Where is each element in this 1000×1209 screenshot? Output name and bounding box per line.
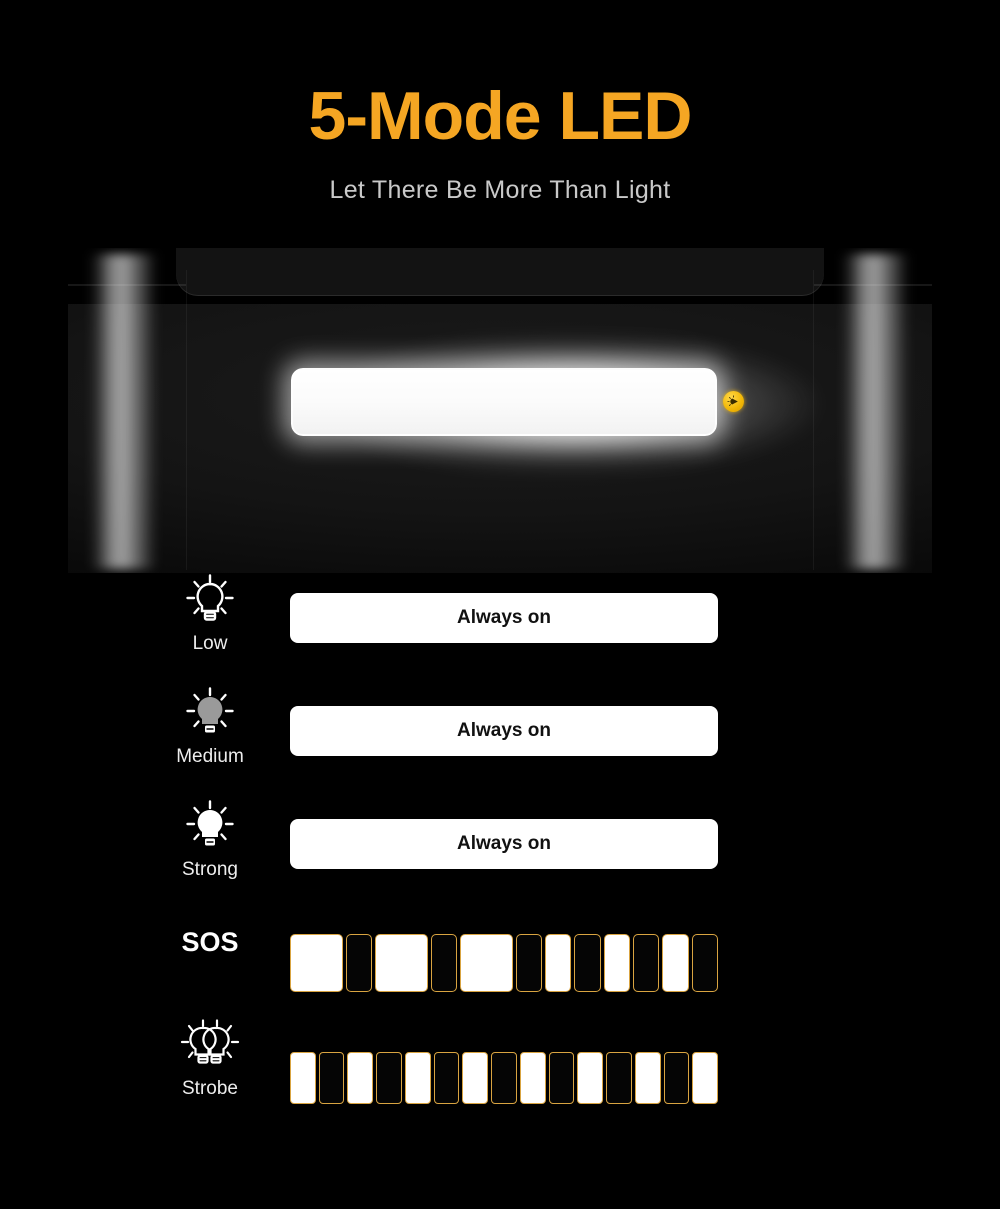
mode-list: Low Always on Medium Always on Strong Al… — [0, 566, 1000, 1133]
sequence-block — [606, 1052, 632, 1104]
sequence-block — [290, 1052, 316, 1104]
mode-name: Medium — [176, 746, 244, 767]
sequence-block — [345, 934, 372, 992]
mode-label-low: Low — [140, 570, 280, 655]
mode-row-medium[interactable]: Medium Always on — [0, 679, 1000, 792]
bulb-filled-icon — [185, 796, 235, 852]
page-title: 5-Mode LED — [308, 78, 693, 154]
mode-name: Strong — [182, 859, 238, 880]
always-on-bar: Always on — [290, 819, 718, 869]
mode-name: Strobe — [182, 1078, 238, 1099]
sequence-block — [544, 934, 572, 992]
sequence-block — [548, 1052, 575, 1104]
sequence-block — [318, 1052, 345, 1104]
device-top-notch — [68, 248, 932, 304]
mode-label-strobe: Strobe — [140, 1015, 280, 1100]
sequence-block — [519, 1052, 546, 1104]
sequence-block — [515, 934, 542, 992]
device-seam-left — [186, 270, 187, 570]
mode-row-strong[interactable]: Strong Always on — [0, 792, 1000, 905]
always-on-bar: Always on — [290, 706, 718, 756]
sequence-block — [603, 934, 630, 992]
mode-pattern-strobe — [290, 1023, 719, 1104]
device-notch-inner — [176, 248, 824, 296]
sequence-block — [462, 1052, 489, 1104]
sequence-block — [663, 1052, 690, 1104]
sequence-block — [692, 1052, 719, 1104]
sequence-block — [634, 1052, 661, 1104]
product-hero-image — [68, 248, 932, 573]
bulb-half-filled-icon — [185, 683, 235, 739]
sequence-block — [632, 934, 660, 992]
sequence-block — [577, 1052, 604, 1104]
sequence-block — [404, 1052, 431, 1104]
header: 5-Mode LED Let There Be More Than Light — [0, 0, 1000, 205]
sequence-block — [374, 934, 428, 992]
mode-label-strong: Strong — [140, 796, 280, 881]
mode-pattern-low: Always on — [290, 566, 718, 643]
bulb-icon — [727, 395, 738, 406]
sos-sequence — [290, 934, 719, 992]
sequence-block — [430, 934, 457, 992]
always-on-bar: Always on — [290, 593, 718, 643]
mode-pattern-medium: Always on — [290, 679, 718, 756]
mode-row-sos[interactable]: SOS — [0, 905, 1000, 1023]
mode-name: Low — [192, 633, 228, 654]
mode-pattern-sos — [290, 905, 719, 992]
mode-row-low[interactable]: Low Always on — [0, 566, 1000, 679]
bulb-outline-icon — [185, 570, 235, 626]
sequence-block — [433, 1052, 460, 1104]
sequence-block — [574, 934, 601, 992]
sequence-block — [459, 934, 513, 992]
sequence-block — [662, 934, 689, 992]
sos-text: SOS — [181, 927, 239, 957]
reflection-highlight-left — [88, 254, 160, 569]
mode-pattern-strong: Always on — [290, 792, 718, 869]
sequence-block — [691, 934, 719, 992]
sequence-block — [347, 1052, 374, 1104]
led-light-bar — [291, 368, 717, 436]
double-bulb-outline-icon — [179, 1015, 241, 1071]
sequence-block — [376, 1052, 402, 1104]
page-subtitle: Let There Be More Than Light — [329, 176, 671, 204]
page-root: 5-Mode LED Let There Be More Than Light — [0, 0, 1000, 1209]
sequence-block — [491, 1052, 517, 1104]
sequence-block — [290, 934, 343, 992]
strobe-sequence — [290, 1052, 719, 1104]
mode-label-medium: Medium — [140, 683, 280, 768]
mode-label-sos: SOS — [140, 927, 280, 958]
mode-row-strobe[interactable]: Strobe — [0, 1019, 1000, 1133]
power-button[interactable] — [723, 391, 744, 412]
reflection-highlight-right — [840, 254, 912, 569]
